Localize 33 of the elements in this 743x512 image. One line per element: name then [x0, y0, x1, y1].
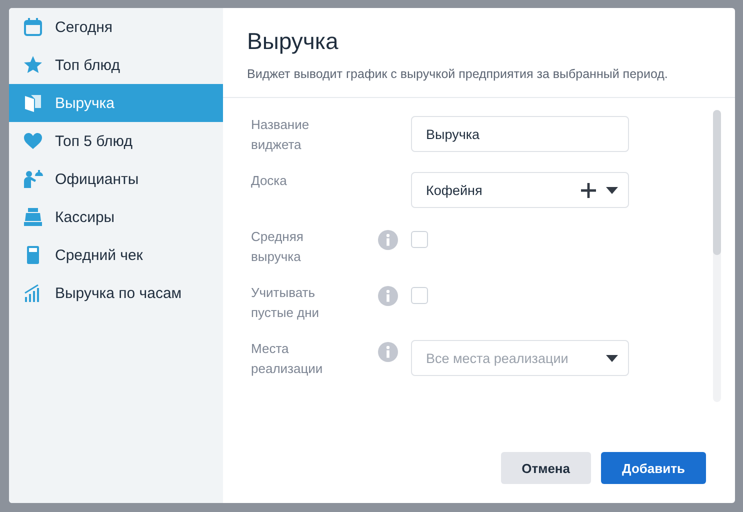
field-label: Места реализации	[251, 340, 324, 378]
sidebar-item[interactable]: Официанты	[9, 160, 223, 198]
field-label: Название виджета	[251, 116, 310, 154]
cash-register-icon	[23, 207, 43, 227]
plus-icon[interactable]	[581, 182, 596, 198]
checkbox[interactable]	[411, 287, 428, 304]
field-label: Учитывать пустые дни	[251, 284, 320, 322]
sidebar-item[interactable]: Выручка по часам	[9, 274, 223, 312]
sidebar-item[interactable]: Кассиры	[9, 198, 223, 236]
book-icon	[23, 93, 43, 113]
info-icon[interactable]	[378, 286, 398, 306]
sidebar-item[interactable]: Топ блюд	[9, 46, 223, 84]
star-icon	[23, 55, 43, 75]
checkbox[interactable]	[411, 231, 428, 248]
heart-icon	[23, 131, 43, 151]
calendar-icon	[23, 17, 43, 37]
field-label: Средняя выручка	[251, 228, 304, 266]
caret-icon[interactable]	[606, 354, 618, 362]
info-icon[interactable]	[378, 230, 398, 250]
field-label: Доска	[251, 172, 288, 190]
info-icon[interactable]	[378, 342, 398, 362]
scrollbar[interactable]	[713, 110, 721, 402]
dialog-description: Виджет выводит график с выручкой предприятия за выбранный период.	[247, 67, 669, 81]
sidebar-item[interactable]: Топ 5 блюд	[9, 122, 223, 160]
sidebar-item[interactable]: Средний чек	[9, 236, 223, 274]
select-field[interactable]: Кофейня	[411, 172, 629, 208]
caret-icon[interactable]	[606, 186, 618, 194]
waiter-icon	[23, 169, 43, 189]
dialog-title: Выручка	[247, 28, 340, 55]
sidebar-item[interactable]: Сегодня	[9, 8, 223, 46]
add-button[interactable]: Добавить	[601, 452, 706, 484]
cancel-button[interactable]: Отмена	[500, 452, 592, 484]
text-field[interactable]: Выручка	[411, 116, 629, 152]
